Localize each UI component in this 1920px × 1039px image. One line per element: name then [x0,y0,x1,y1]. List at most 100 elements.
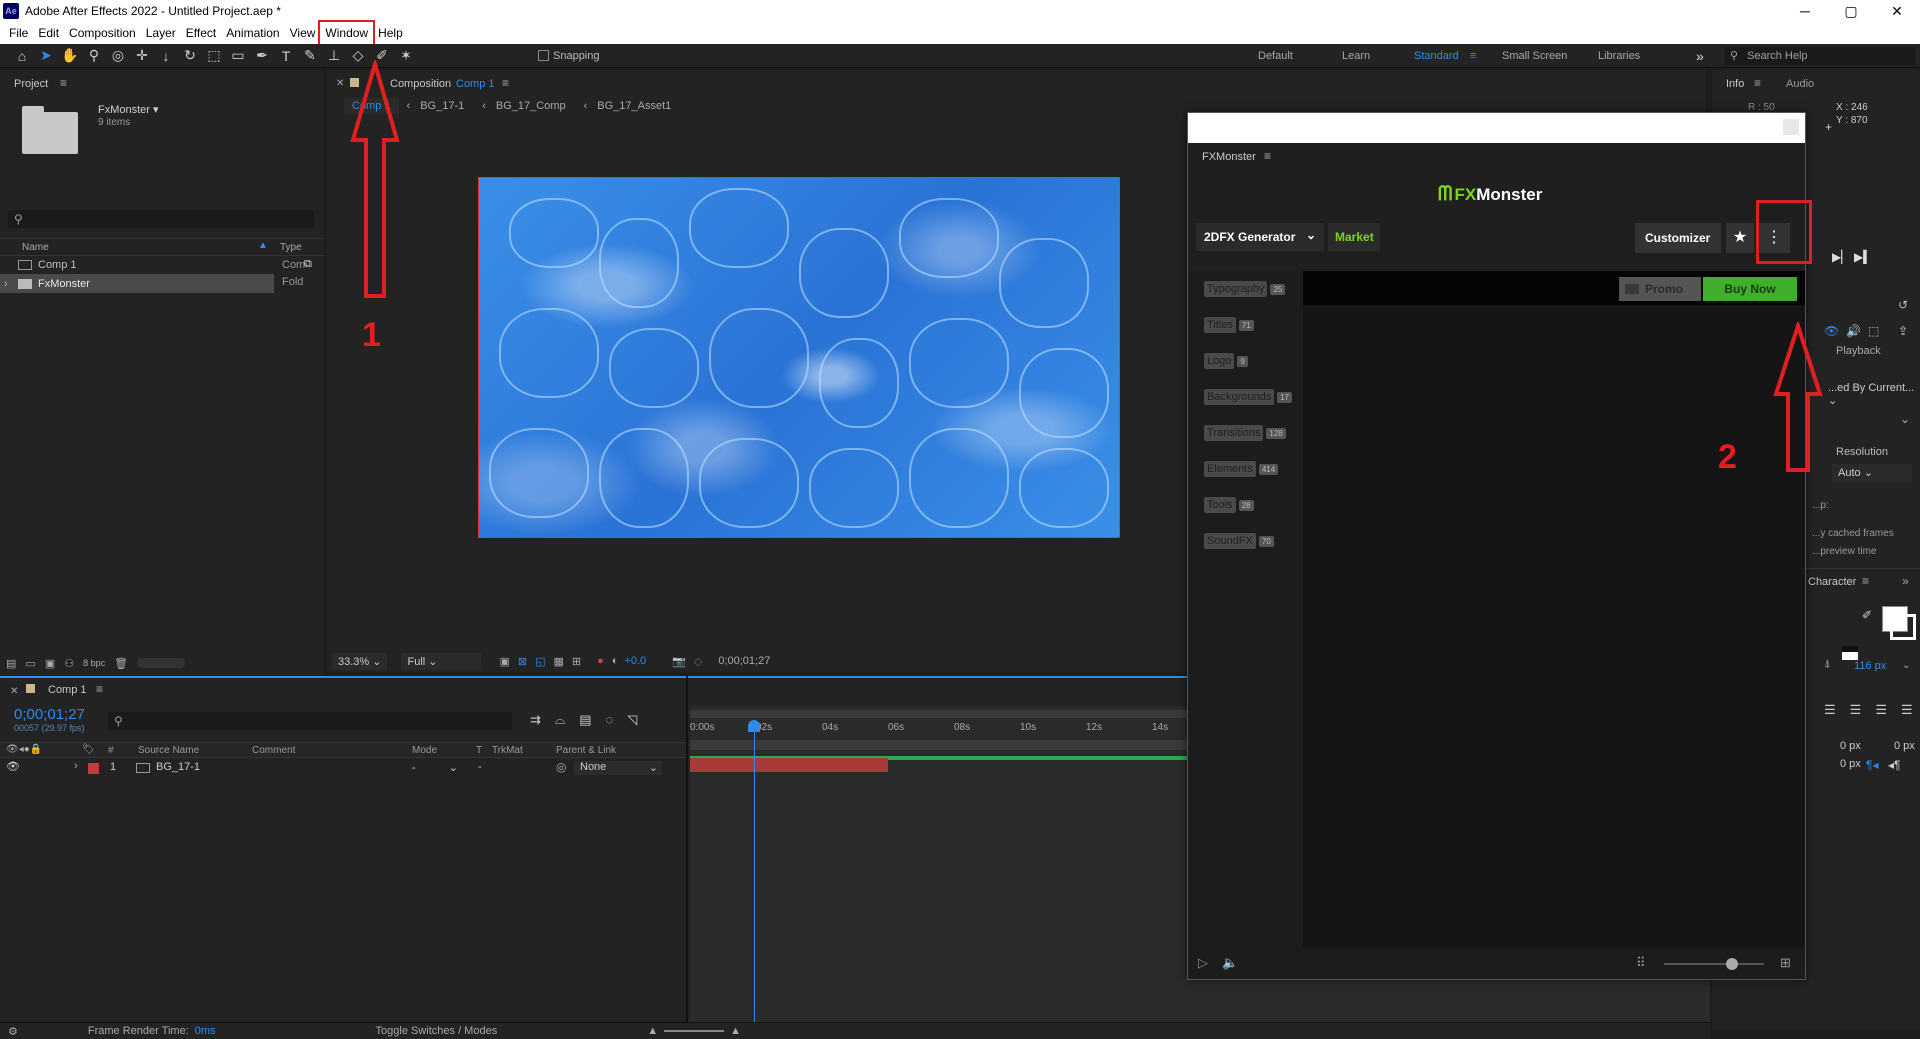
pan-tool-icon[interactable]: ✛ [130,45,154,67]
breadcrumb-bg17-1[interactable]: BG_17-1 [420,100,464,112]
eyedropper-icon[interactable]: ✐ [1862,608,1872,622]
parent-link-header[interactable]: Parent & Link [556,745,616,756]
mode-header[interactable]: Mode [412,745,437,756]
indent-left-value[interactable]: 0 px [1840,740,1861,752]
parent-dropdown[interactable]: None ⌄ [574,761,662,775]
market-button[interactable]: Market [1328,223,1380,251]
panel-menu-icon[interactable]: ≡ [502,76,509,90]
last-frame-icon[interactable]: ▶▍ [1854,250,1872,264]
workspace-menu-icon[interactable]: ≡ [1470,44,1476,68]
minimize-button[interactable]: ─ [1782,0,1828,22]
source-name-header[interactable]: Source Name [138,745,199,756]
promo-button[interactable]: Promo [1619,277,1701,301]
region-of-interest-icon[interactable]: ▣ [499,655,509,668]
trkmat-header[interactable]: TrkMat [492,745,523,756]
stroke-color-swatch[interactable] [1890,614,1916,640]
thumbnail-size-slider[interactable] [1664,963,1764,965]
panel-menu-icon[interactable]: ≡ [1754,76,1761,90]
tracking-value[interactable]: 116 px [1854,660,1886,672]
flowchart-icon[interactable]: ⧉ [304,258,312,271]
pick-whip-icon[interactable]: ◎ [556,760,566,774]
character-tab[interactable]: Character [1808,576,1856,588]
orbit-tool-icon[interactable]: ◎ [106,45,130,67]
layer-name[interactable]: BG_17-1 [156,761,200,773]
folder-name[interactable]: FxMonster ▾ [98,103,159,116]
indent-right-value[interactable]: 0 px [1894,740,1915,752]
slider-handle[interactable] [1726,958,1738,970]
align-center-icon[interactable]: ☰ [1850,702,1862,718]
workspace-libraries[interactable]: Libraries [1598,44,1640,68]
maximize-button[interactable]: ▢ [1828,0,1874,22]
home-icon[interactable]: ⌂ [10,45,34,67]
fill-stroke-toggle-icon[interactable] [1842,646,1858,660]
timeline-search-input[interactable]: ⚲ [108,712,512,730]
timeline-zoom-slider[interactable] [664,1030,725,1032]
panel-menu-icon[interactable]: ≡ [1862,574,1869,588]
category-backgrounds[interactable]: Backgrounds 17 [1188,379,1303,415]
show-snapshot-icon[interactable]: ◇ [694,655,702,668]
composition-canvas[interactable] [478,177,1120,538]
layer-duration-bar[interactable] [690,758,888,772]
render-icon[interactable]: ⚙ [8,1025,18,1038]
chevron-down-icon[interactable]: ⌄ [1900,412,1910,426]
workspace-learn[interactable]: Learn [1342,44,1370,68]
timeline-tab[interactable]: Comp 1 [48,684,87,696]
customizer-button[interactable]: Customizer [1635,223,1721,253]
category-typography[interactable]: Typography 25 [1188,271,1303,307]
ltr-direction-icon[interactable]: ¶◂ [1866,758,1878,772]
flow-icon[interactable]: ⚇ [64,657,74,670]
composition-tab-name[interactable]: Comp 1 [456,78,495,90]
comment-header[interactable]: Comment [252,745,295,756]
interpret-footage-icon[interactable]: ▤ [6,657,16,670]
color-management-icon[interactable]: ◐ [612,655,619,667]
menu-composition[interactable]: Composition [64,22,141,44]
snapshot-icon[interactable]: 📷 [672,655,686,668]
menu-file[interactable]: File [4,22,33,44]
range-dropdown[interactable]: ...ed By Current... ⌄ [1828,382,1920,407]
playhead-handle[interactable] [748,720,760,732]
grid-icon[interactable]: ▦ [554,655,564,668]
current-time-display[interactable]: 0;00;01;27 [14,706,85,723]
shy-layers-icon[interactable]: ⌓ [555,712,565,728]
graph-editor-icon[interactable]: ◹ [627,712,637,728]
menu-help[interactable]: Help [373,22,408,44]
selection-tool-icon[interactable]: ➤ [34,45,58,67]
new-composition-icon[interactable]: ▣ [45,657,55,670]
category-logo[interactable]: Logo 9 [1188,343,1303,379]
justify-icon[interactable]: ☰ [1901,702,1913,718]
large-grid-icon[interactable]: ⊞ [1780,955,1791,971]
transparency-grid-icon[interactable]: ⊠ [518,655,527,668]
close-tab-icon[interactable]: ✕ [336,78,344,89]
close-button[interactable]: ✕ [1874,0,1920,22]
reset-icon[interactable]: ↺ [1898,298,1908,312]
preview-resolution-dropdown[interactable]: Auto ⌄ [1832,464,1912,482]
motion-blur-icon[interactable]: ◌ [606,712,614,728]
zoom-dropdown[interactable]: 33.3% ⌄ [332,652,388,670]
dolly-tool-icon[interactable]: ↓ [154,45,178,67]
next-frame-icon[interactable]: ▶▏ [1832,250,1850,264]
toggle-switches-button[interactable]: Toggle Switches / Modes [376,1025,498,1037]
category-elements[interactable]: Elements 414 [1188,451,1303,487]
panel-menu-icon[interactable]: ≡ [1264,149,1271,163]
close-tab-icon[interactable]: ✕ [10,686,18,697]
menu-layer[interactable]: Layer [141,22,181,44]
viewer-timecode[interactable]: 0;00;01;27 [718,655,770,667]
menu-effect[interactable]: Effect [181,22,221,44]
plugin-close-button[interactable] [1783,119,1799,135]
category-titles[interactable]: Titles 71 [1188,307,1303,343]
layer-label-color[interactable] [88,763,99,774]
layer-mode-dropdown[interactable]: - ⌄ [412,761,468,775]
frame-blending-icon[interactable]: ▤ [579,712,591,728]
panel-menu-icon[interactable]: ≡ [96,682,103,696]
chevron-down-icon[interactable]: ⌄ [1902,660,1910,671]
type-tool-icon[interactable]: T [274,45,298,67]
expand-panels-icon[interactable]: » [1902,574,1909,588]
rtl-direction-icon[interactable]: ◂¶ [1888,758,1900,772]
thumbnail-slider[interactable] [137,658,186,668]
play-icon[interactable]: ▷ [1198,955,1208,971]
search-help-input[interactable]: ⚲ Search Help [1725,47,1915,65]
align-left-icon[interactable]: ☰ [1824,702,1836,718]
rotate-tool-icon[interactable]: ↻ [178,45,202,67]
volume-icon[interactable]: 🔈 [1222,955,1238,971]
export-icon[interactable]: ⇪ [1898,324,1908,338]
